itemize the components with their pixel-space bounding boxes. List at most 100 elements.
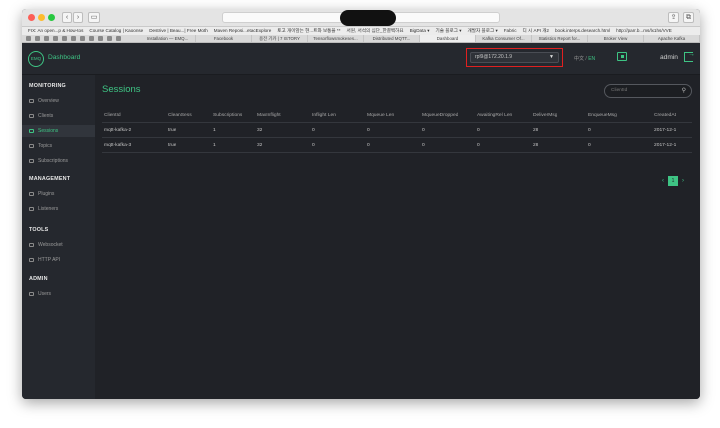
column-header[interactable]: CreatedAt bbox=[654, 108, 676, 123]
clientid-search-input[interactable]: ClientId ⚲ bbox=[604, 84, 692, 98]
bookmark-link[interactable]: Course Catalog | Kaoonse bbox=[89, 28, 143, 33]
pinned-icon[interactable] bbox=[80, 36, 85, 41]
close-window-button[interactable] bbox=[28, 14, 35, 21]
browser-tab[interactable]: Installation — EMQ... bbox=[140, 35, 196, 42]
node-control-icon[interactable] bbox=[617, 52, 627, 61]
sidebar-item-users[interactable]: Users bbox=[22, 288, 95, 300]
column-header[interactable]: EnqueueMsg bbox=[588, 108, 617, 123]
pinned-icon[interactable] bbox=[116, 36, 121, 41]
table-row[interactable]: mqtt-kafka-2 true 1 32 0 0 0 0 28 0 2017-12-1 bbox=[102, 123, 692, 138]
column-header[interactable]: Mqueue Len bbox=[367, 108, 394, 123]
table-header-row: ClientId CleanSess Subscriptions MaxInfligh… bbox=[102, 108, 692, 123]
forward-icon[interactable]: › bbox=[73, 12, 83, 23]
bookmark-link[interactable]: Destrive | Beau...| Free Moth bbox=[149, 28, 208, 33]
user-name[interactable]: admin bbox=[660, 54, 678, 61]
column-header[interactable]: Subscriptions bbox=[213, 108, 242, 123]
sidebar-toggle-icon[interactable]: ▭ bbox=[88, 12, 100, 23]
bookmark-link[interactable]: 디 시 API 개2 bbox=[523, 28, 549, 33]
table-row[interactable]: mqtt-kafka-3 true 1 32 0 0 0 0 28 0 2017-12-1 bbox=[102, 138, 692, 153]
sidebar-item-websocket[interactable]: Websocket bbox=[22, 239, 95, 251]
browser-tab[interactable]: Facebook bbox=[196, 35, 252, 42]
bookmark-link[interactable]: Maven Reposi...etacExplore bbox=[214, 28, 271, 33]
sidebar-item-listeners[interactable]: Listeners bbox=[22, 203, 95, 215]
browser-tab[interactable]: Distributed MQTT... bbox=[364, 35, 420, 42]
sidebar: MONITORING Overview Clients Sessions Topics S… bbox=[22, 75, 95, 399]
sidebar-item-topics[interactable]: Topics bbox=[22, 140, 95, 152]
sidebar-item-label: Clients bbox=[38, 113, 54, 119]
bookmark-link[interactable]: http://parr.b...ms/lx1hs/VVE bbox=[616, 28, 672, 33]
column-header[interactable]: AwaitingRel Len bbox=[477, 108, 512, 123]
browser-tab[interactable]: Tensorflowsmokeses... bbox=[308, 35, 364, 42]
bookmark-link[interactable]: Fabric bbox=[504, 28, 517, 33]
pinned-icon[interactable] bbox=[53, 36, 58, 41]
browser-tab[interactable]: Apache Kafka bbox=[644, 35, 700, 42]
language-switch: 中文 / EN bbox=[574, 55, 595, 62]
tab-strip: Installation — EMQ... Facebook 용전 기카 | 7 I… bbox=[22, 35, 700, 43]
browser-tab[interactable]: Kafka Consumer Of... bbox=[476, 35, 532, 42]
sidebar-item-overview[interactable]: Overview bbox=[22, 95, 95, 107]
browser-tab[interactable]: Broker View bbox=[588, 35, 644, 42]
api-icon bbox=[29, 258, 34, 262]
bookmark-link[interactable]: FIX: An open...p & How-tos bbox=[28, 28, 83, 33]
sidebar-section-admin: ADMIN bbox=[29, 276, 48, 282]
sidebar-section-monitoring: MONITORING bbox=[29, 83, 66, 89]
sidebar-item-subscriptions[interactable]: Subscriptions bbox=[22, 155, 95, 167]
column-header[interactable]: DeliverMsg bbox=[533, 108, 557, 123]
table-cell: 28 bbox=[533, 143, 539, 148]
share-icon[interactable]: ⇪ bbox=[668, 12, 679, 23]
table-cell: true bbox=[168, 128, 177, 133]
column-header[interactable]: MqueueDropped bbox=[422, 108, 458, 123]
sidebar-item-plugins[interactable]: Plugins bbox=[22, 188, 95, 200]
sessions-icon bbox=[29, 129, 34, 133]
pinned-icon[interactable] bbox=[44, 36, 49, 41]
bookmark-link[interactable]: 기술 블로그 ▾ bbox=[436, 28, 462, 33]
bookmark-link[interactable]: book.interps.desearch.html bbox=[555, 28, 610, 33]
pinned-icon[interactable] bbox=[98, 36, 103, 41]
pinned-icon[interactable] bbox=[71, 36, 76, 41]
lang-en-link[interactable]: EN bbox=[588, 56, 595, 62]
maximize-window-button[interactable] bbox=[48, 14, 55, 21]
pinned-icon[interactable] bbox=[26, 36, 31, 41]
sidebar-item-label: HTTP API bbox=[38, 257, 61, 263]
node-select[interactable]: rpl9@172.20.1.9 ▼ bbox=[470, 52, 559, 63]
pinned-icon[interactable] bbox=[62, 36, 67, 41]
search-icon[interactable]: ⚲ bbox=[682, 85, 686, 97]
topics-icon bbox=[29, 144, 34, 148]
table-cell: 0 bbox=[367, 143, 370, 148]
prev-page-icon[interactable]: ‹ bbox=[662, 178, 664, 184]
sidebar-item-label: Topics bbox=[38, 143, 53, 149]
back-icon[interactable]: ‹ bbox=[62, 12, 72, 23]
lang-zh-link[interactable]: 中文 bbox=[574, 56, 584, 62]
main-content: Sessions ClientId ⚲ ClientId CleanSess Sub… bbox=[95, 75, 700, 399]
pinned-icon[interactable] bbox=[89, 36, 94, 41]
bookmark-link[interactable]: BigData ▾ bbox=[410, 28, 430, 33]
pinned-icon[interactable] bbox=[35, 36, 40, 41]
column-header[interactable]: MaxInflight bbox=[257, 108, 281, 123]
sidebar-item-sessions[interactable]: Sessions bbox=[22, 125, 95, 137]
bookmark-link[interactable]: 개발자 블로그 ▾ bbox=[468, 28, 498, 33]
table-cell: mqtt-kafka-3 bbox=[104, 143, 132, 148]
tabs-overview-icon[interactable]: ⧉ bbox=[683, 12, 694, 23]
sidebar-item-label: Overview bbox=[38, 98, 59, 104]
sidebar-item-http-api[interactable]: HTTP API bbox=[22, 254, 95, 266]
browser-tab[interactable]: 용전 기카 | 7 ISTORY bbox=[252, 35, 308, 42]
browser-tab[interactable]: Dashboard bbox=[420, 35, 476, 42]
table-cell: 32 bbox=[257, 143, 263, 148]
sessions-table: ClientId CleanSess Subscriptions MaxInfligh… bbox=[102, 108, 692, 153]
page-title: Sessions bbox=[102, 84, 141, 95]
column-header[interactable]: ClientId bbox=[104, 108, 121, 123]
minimize-window-button[interactable] bbox=[38, 14, 45, 21]
column-header[interactable]: CleanSess bbox=[168, 108, 192, 123]
pinned-icon[interactable] bbox=[107, 36, 112, 41]
column-header[interactable]: Inflight Len bbox=[312, 108, 336, 123]
page-number[interactable]: 1 bbox=[668, 176, 678, 186]
table-cell: 0 bbox=[588, 128, 591, 133]
sidebar-item-label: Websocket bbox=[38, 242, 63, 248]
browser-tab[interactable]: Statistics Report for... bbox=[532, 35, 588, 42]
sidebar-item-clients[interactable]: Clients bbox=[22, 110, 95, 122]
logout-icon[interactable] bbox=[684, 51, 695, 62]
bookmark-link[interactable]: 토고 개이앞는 현...트와 보통을 ** bbox=[277, 28, 340, 33]
brand-title[interactable]: Dashboard bbox=[48, 54, 80, 61]
bookmark-link[interactable]: 서원, 서석의 심단_한결백하요 bbox=[346, 28, 403, 33]
next-page-icon[interactable]: › bbox=[682, 178, 684, 184]
